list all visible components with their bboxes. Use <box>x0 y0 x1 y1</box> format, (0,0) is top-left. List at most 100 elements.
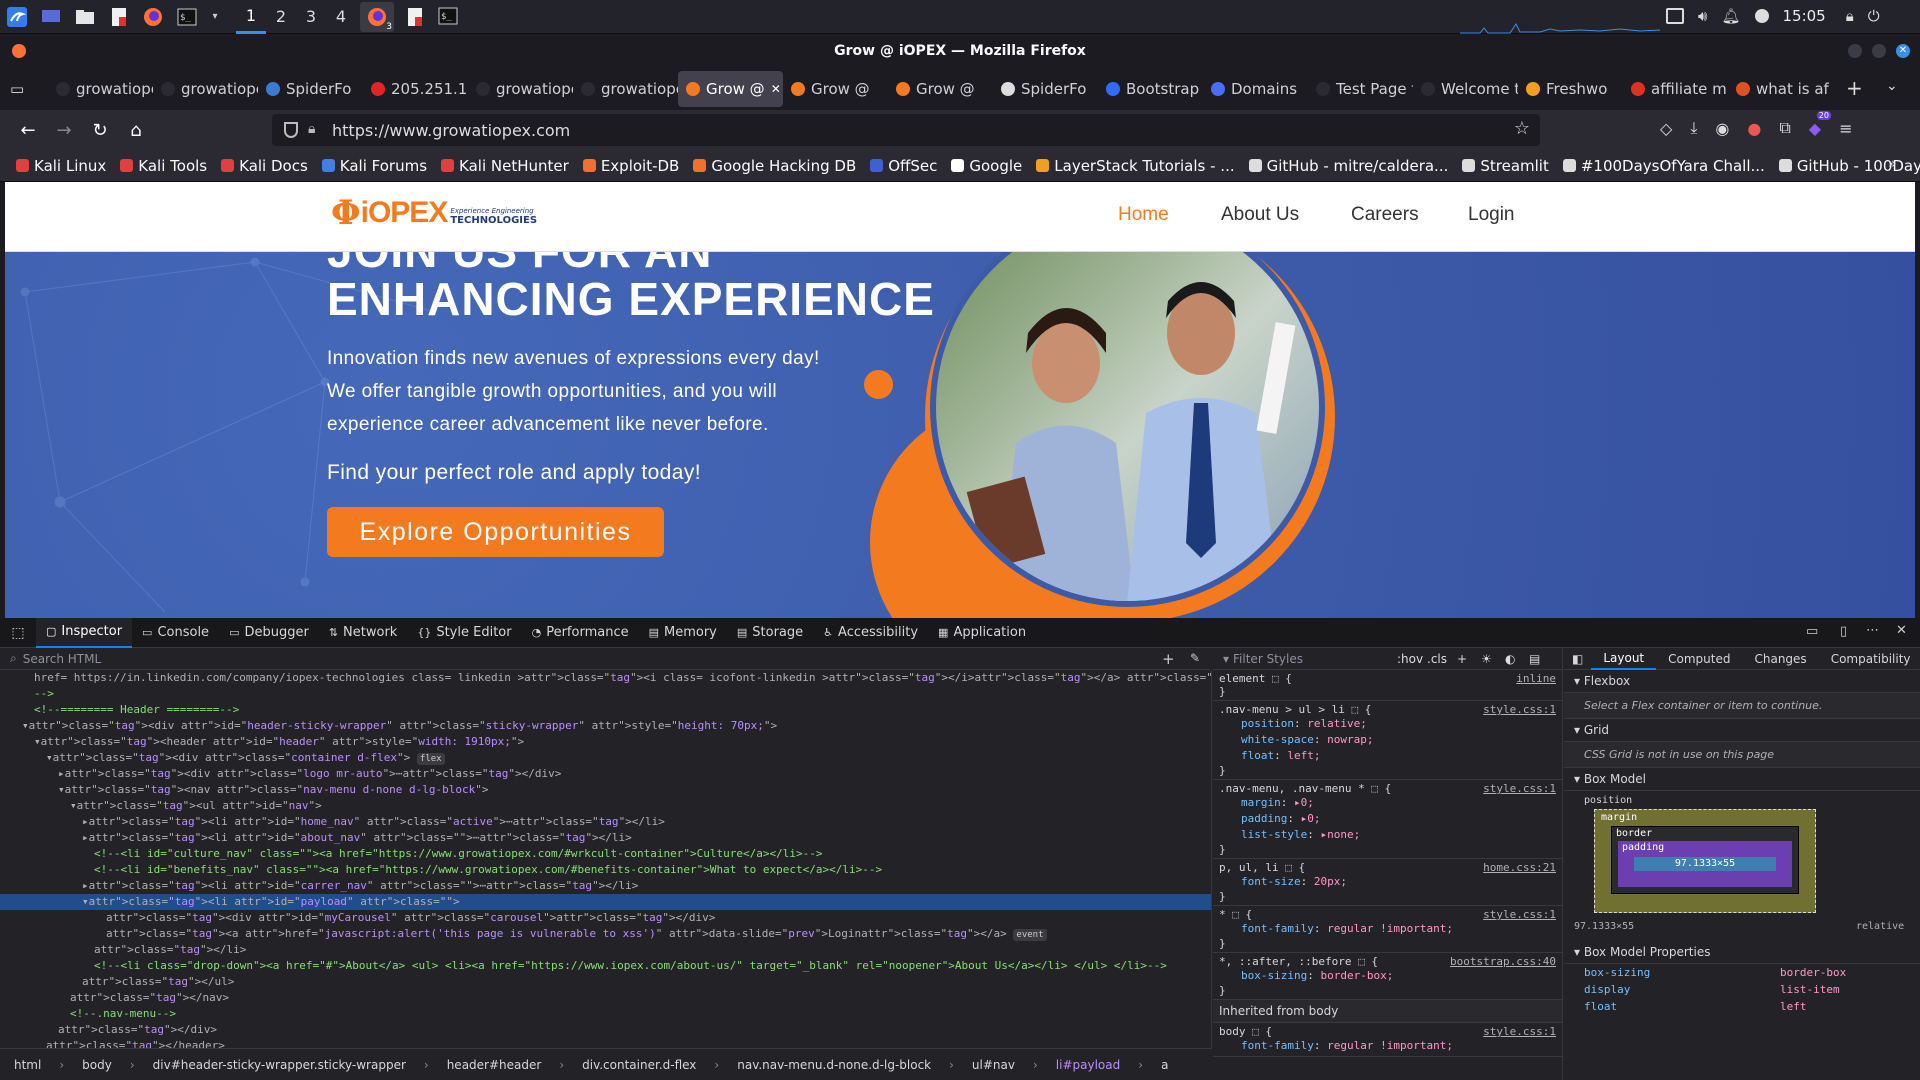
css-rule[interactable]: .nav-menu, .nav-menu * ⬚ {style.css:1 mar… <box>1213 780 1562 859</box>
bookmark-item[interactable]: Google Hacking DB <box>693 157 856 175</box>
browser-tab[interactable]: growatiopex <box>468 71 573 107</box>
addon-icon[interactable]: ◆ 20 <box>1809 110 1831 138</box>
markup-node[interactable]: href= https://in.linkedin.com/company/io… <box>0 670 1211 686</box>
rule-value[interactable]: left; <box>1287 749 1320 762</box>
markup-node[interactable]: ▾attr">class="tag"><ul attr">id="nav"> <box>0 798 1211 814</box>
terminal-task-icon[interactable]: $_ <box>436 5 462 29</box>
close-tab-icon[interactable]: ✕ <box>771 82 781 96</box>
rule-value[interactable]: regular !important; <box>1327 922 1453 935</box>
bookmark-item[interactable]: Kali NetHunter <box>441 157 569 175</box>
bookmark-item[interactable]: Exploit-DB <box>582 157 679 175</box>
inherited-value[interactable]: regular !important; <box>1327 1039 1453 1052</box>
bookmark-item[interactable]: Kali Linux <box>16 157 106 175</box>
devtools-tab-accessibility[interactable]: ♿ Accessibility <box>813 618 928 648</box>
devtools-tab-memory[interactable]: ▤ Memory <box>639 618 727 648</box>
browser-tab[interactable]: Grow @ <box>888 71 993 107</box>
devtools-tab-network[interactable]: ⇅ Network <box>319 618 408 648</box>
browser-tab[interactable]: affiliate m <box>1623 71 1728 107</box>
bookmark-item[interactable]: OffSec <box>870 157 937 175</box>
boxmodel-header[interactable]: ▾ Box Model <box>1564 768 1920 791</box>
css-rule[interactable]: *, ::after, ::before ⬚ {bootstrap.css:40… <box>1213 953 1562 1000</box>
browser-tab[interactable]: growatiopex <box>153 71 258 107</box>
bookmark-item[interactable]: LayerStack Tutorials - ... <box>1036 157 1235 175</box>
inherited-source[interactable]: style.css:1 <box>1483 1025 1556 1038</box>
browser-tab[interactable]: Freshwo <box>1518 71 1623 107</box>
markup-node[interactable]: attr">class="tag"></ul> <box>0 974 1211 990</box>
minimize-button[interactable] <box>1848 44 1862 58</box>
browser-tab[interactable]: Test Page fo <box>1308 71 1413 107</box>
nav-careers[interactable]: Careers <box>1351 204 1419 226</box>
text-editor-task-icon[interactable] <box>402 5 428 29</box>
inherited-rule[interactable]: body ⬚ { style.css:1 font-family: regula… <box>1213 1023 1562 1057</box>
add-rule-icon[interactable]: + <box>1457 652 1467 666</box>
workspace-3[interactable]: 3 <box>296 0 326 34</box>
back-icon[interactable]: ← <box>10 114 46 146</box>
firefox-task-icon[interactable]: 3 <box>360 1 394 32</box>
markup-view[interactable]: href= https://in.linkedin.com/company/io… <box>0 670 1212 1048</box>
list-tabs-icon[interactable]: ⌄ <box>1886 78 1898 94</box>
breadcrumb-item[interactable]: div#header-sticky-wrapper.sticky-wrapper <box>153 1058 406 1072</box>
text-editor-icon[interactable] <box>106 5 132 29</box>
markup-node[interactable]: ▸attr">class="tag"><li attr">id="about_n… <box>0 830 1211 846</box>
account-icon[interactable]: ◉ <box>1715 119 1729 138</box>
breadcrumb-item[interactable]: html <box>14 1058 41 1072</box>
tab-overview-icon[interactable]: ▭ <box>10 80 34 98</box>
power-icon[interactable]: ⏻ <box>1868 7 1880 25</box>
devtools-tab-inspector[interactable]: ▢ Inspector <box>36 617 133 648</box>
markup-node[interactable]: attr">class="tag"><a attr">href="javascr… <box>0 926 1211 942</box>
browser-tab[interactable]: what is af <box>1728 71 1833 107</box>
nav-login[interactable]: Login <box>1468 204 1515 226</box>
padding-box[interactable]: padding 97.1333×55 <box>1618 841 1792 887</box>
site-logo[interactable]: Φ iOPEX Experience Engineering TECHNOLOG… <box>331 196 537 230</box>
rule-source[interactable]: style.css:1 <box>1483 782 1556 795</box>
hov-toggle[interactable]: :hov <box>1397 652 1423 666</box>
breadcrumb-item[interactable]: ul#nav <box>972 1058 1015 1072</box>
flexbox-header[interactable]: ▾ Flexbox <box>1564 670 1920 693</box>
browser-tab[interactable]: 205.251.1 <box>363 71 468 107</box>
rule-value[interactable]: relative; <box>1307 717 1367 730</box>
rule-prop[interactable]: list-style <box>1241 828 1307 841</box>
css-rule[interactable]: .nav-menu > ul > li ⬚ {style.css:1 positi… <box>1213 701 1562 780</box>
browser-tab[interactable]: SpiderFo <box>993 71 1098 107</box>
bookmark-item[interactable]: Google <box>951 157 1022 175</box>
bookmark-item[interactable]: Streamlit <box>1462 157 1549 175</box>
tab-layout[interactable]: Layout <box>1591 648 1657 670</box>
rule-declaration[interactable]: font-size: 20px; <box>1219 874 1556 890</box>
grid-header[interactable]: ▾ Grid <box>1564 719 1920 742</box>
tab-compatibility[interactable]: Compatibility <box>1819 648 1920 670</box>
markup-node[interactable]: ▸attr">class="tag"><li attr">id="carrer_… <box>0 878 1211 894</box>
rule-value[interactable]: ▸none; <box>1320 828 1360 841</box>
browser-tab[interactable]: Welcome to <box>1413 71 1518 107</box>
markup-node[interactable]: attr">class="tag"></li> <box>0 942 1211 958</box>
add-node-icon[interactable]: + <box>1162 650 1175 668</box>
markup-node[interactable]: attr">class="tag"></header> <box>0 1038 1211 1048</box>
devtools-tab-application[interactable]: ▦ Application <box>928 618 1036 648</box>
eyedropper-icon[interactable]: ✎ <box>1190 651 1200 665</box>
lock-icon[interactable]: 🔒︎ <box>1846 7 1854 25</box>
tab-computed[interactable]: Computed <box>1656 648 1742 670</box>
markup-node[interactable]: ▸attr">class="tag"><div attr">class="log… <box>0 766 1211 782</box>
workspace-2[interactable]: 2 <box>266 0 296 34</box>
markup-node[interactable]: ▾attr">class="tag"><nav attr">class="nav… <box>0 782 1211 798</box>
markup-node[interactable]: <!--======== Header ========--> <box>0 702 1211 718</box>
light-mode-icon[interactable]: ☀ <box>1481 652 1492 666</box>
responsive-icon[interactable]: ▯ <box>1840 624 1847 639</box>
rule-declaration[interactable]: white-space: nowrap; <box>1219 732 1556 748</box>
tab-changes[interactable]: Changes <box>1742 648 1818 670</box>
breadcrumb-item[interactable]: a <box>1161 1058 1168 1072</box>
rule-source[interactable]: style.css:1 <box>1483 703 1556 716</box>
pocket-icon[interactable]: ◇ <box>1660 119 1672 138</box>
markup-node[interactable]: <!--<li id="culture_nav" class=""><a hre… <box>0 846 1211 862</box>
devtools-tab-performance[interactable]: ◔ Performance <box>522 618 639 648</box>
markup-node[interactable]: <!--<li class="drop-down"><a href="#">Ab… <box>0 958 1211 974</box>
rule-source[interactable]: home.css:21 <box>1483 861 1556 874</box>
sidebar-toggle-icon[interactable]: ◧ <box>1564 652 1591 666</box>
explore-opportunities-button[interactable]: Explore Opportunities <box>327 507 664 557</box>
screen-icon[interactable] <box>1666 8 1684 24</box>
breadcrumb-item[interactable]: nav.nav-menu.d-none.d-lg-block <box>737 1058 931 1072</box>
rule-value[interactable]: nowrap; <box>1327 733 1373 746</box>
border-box[interactable]: border padding 97.1333×55 <box>1611 826 1799 894</box>
extensions-puzzle-icon[interactable]: ⧉ <box>1779 118 1790 138</box>
nav-about-us[interactable]: About Us <box>1221 204 1299 226</box>
breadcrumb-item[interactable]: body <box>82 1058 112 1072</box>
